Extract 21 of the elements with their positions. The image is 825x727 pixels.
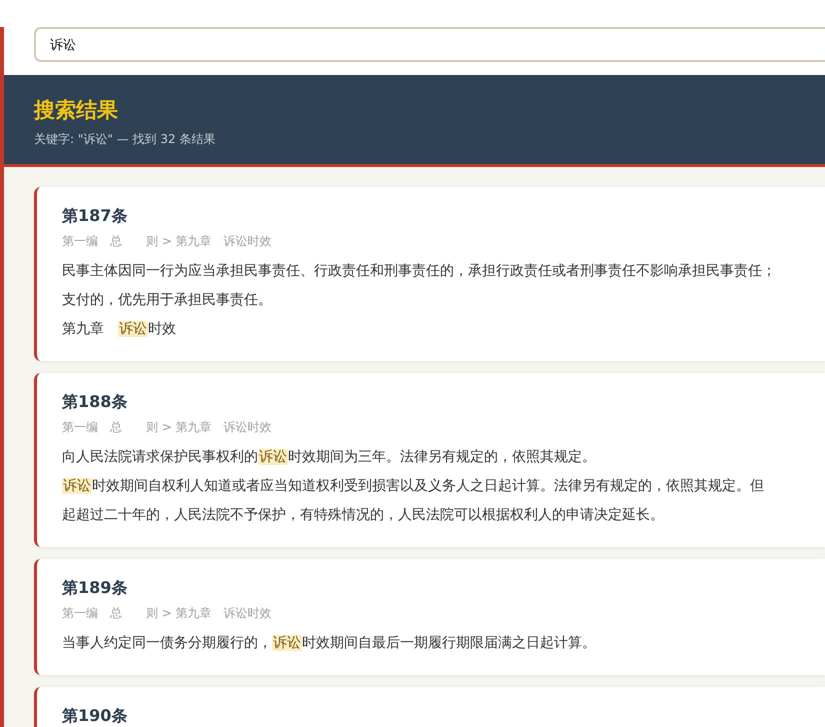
breadcrumb: 第一编 总 则 > 第九章 诉讼时效 (62, 233, 272, 250)
breadcrumb: 第一编 总 则 > 第九章 诉讼时效 (62, 419, 272, 436)
article-title: 第188条 (62, 391, 128, 413)
results-title: 搜索结果 (34, 97, 119, 124)
article-text: 民事主体因同一行为应当承担民事责任、行政责任和刑事责任的，承担行政责任或者刑事责任不影响承担民事责任； (62, 262, 776, 281)
result-card[interactable]: 第190条 (34, 687, 825, 727)
article-text: 支付的，优先用于承担民事责任。 (62, 291, 272, 310)
result-card[interactable]: 第189条 第一编 总 则 > 第九章 诉讼时效 当事人约定同一债务分期履行的，诉讼时效期间自最后一期履行期限届满之日起计算。 (34, 559, 825, 675)
article-text: 向人民法院请求保护民事权利的诉讼时效期间为三年。法律另有规定的，依照其规定。 (62, 448, 596, 467)
article-title: 第187条 (62, 205, 128, 227)
article-text: 起超过二十年的，人民法院不予保护，有特殊情况的，人民法院可以根据权利人的申请决定延长。 (62, 506, 664, 525)
results-summary: 关键字: "诉讼" — 找到 32 条结果 (34, 131, 216, 148)
breadcrumb: 第一编 总 则 > 第九章 诉讼时效 (62, 605, 272, 622)
article-title: 第189条 (62, 577, 128, 599)
result-card[interactable]: 第188条 第一编 总 则 > 第九章 诉讼时效 向人民法院请求保护民事权利的诉讼时效期间为三年。法律另有规定的，依照其规定。 诉讼时效期间自权利人知道或者应当知道权利受到损害以及义务人之日起计算。法律另有规定的，依照其规定。但 起超过二十年的，人民法院不予保护，有特殊情况的，人民法院可以根据权利人的申请决定延长。 (34, 373, 825, 547)
result-card[interactable]: 第187条 第一编 总 则 > 第九章 诉讼时效 民事主体因同一行为应当承担民事责任、行政责任和刑事责任的，承担行政责任或者刑事责任不影响承担民事责任； 支付的，优先用于承担民事责任。 第九章 诉讼时效 (34, 187, 825, 361)
search-field[interactable]: 诉讼 (34, 27, 825, 62)
article-text: 诉讼时效期间自权利人知道或者应当知道权利受到损害以及义务人之日起计算。法律另有规定的，依照其规定。但 (62, 477, 764, 496)
article-title: 第190条 (62, 705, 128, 727)
article-text: 第九章 诉讼时效 (62, 320, 176, 339)
article-text: 当事人约定同一债务分期履行的，诉讼时效期间自最后一期履行期限届满之日起计算。 (62, 634, 596, 653)
